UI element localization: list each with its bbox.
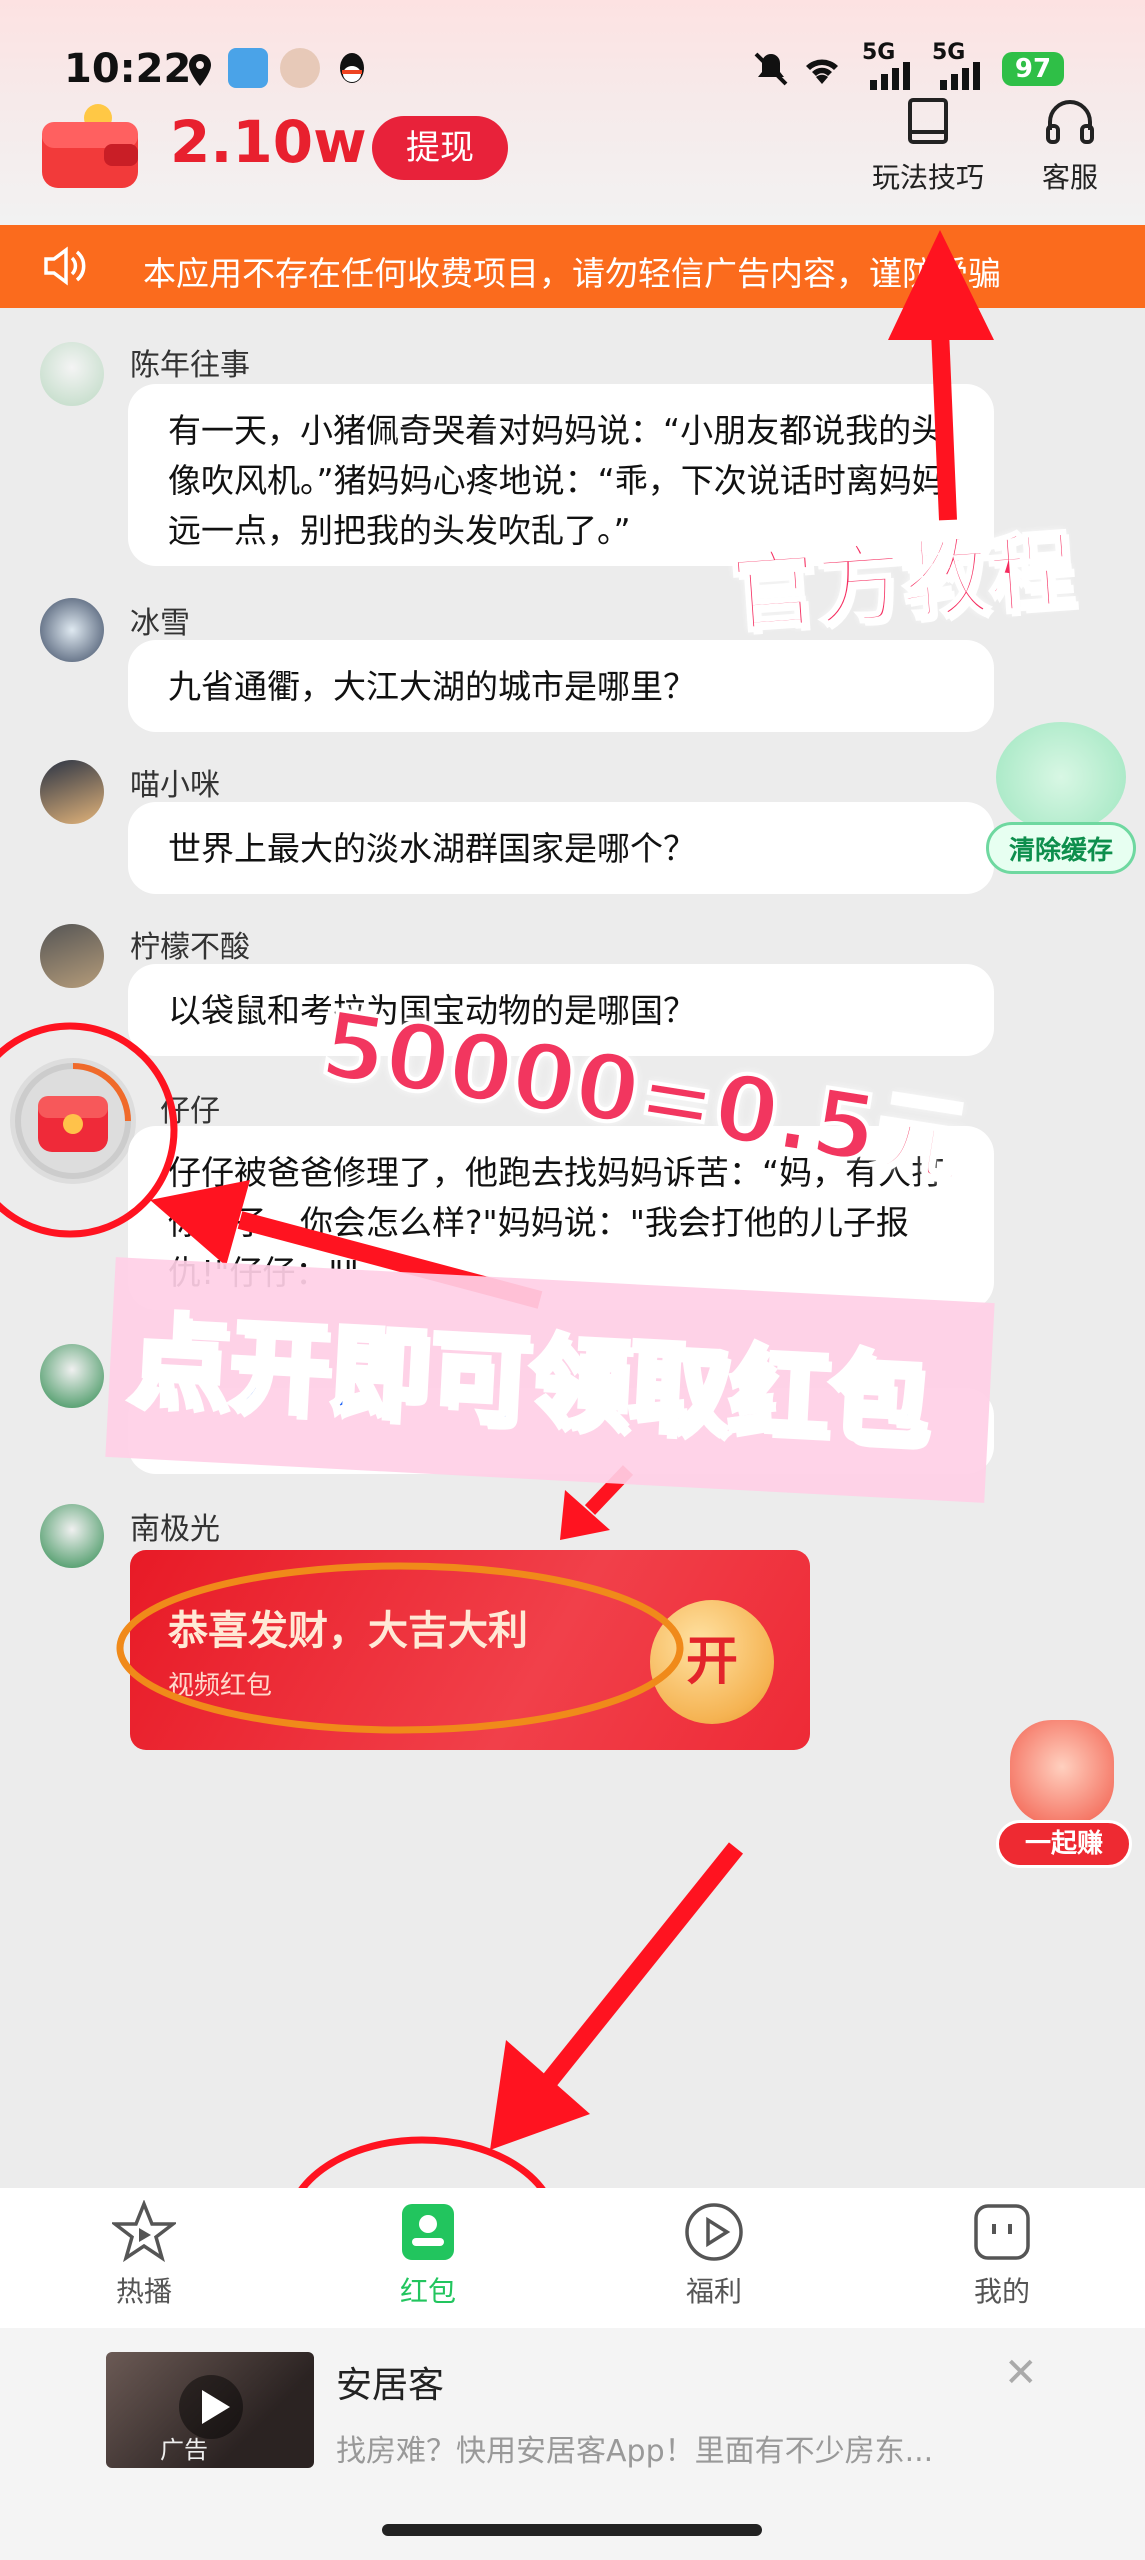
nav-label: 红包: [399, 2275, 456, 2308]
headset-icon: [1046, 100, 1094, 144]
nav-item-mine[interactable]: 我的: [922, 2200, 1082, 2310]
signal-icon-1: [868, 60, 916, 94]
red-packet-title: 恭喜发财，大吉大利: [168, 1608, 528, 1654]
avatar[interactable]: [40, 342, 104, 406]
clear-cache-button[interactable]: 清除缓存: [986, 822, 1136, 874]
open-red-packet-button[interactable]: 开: [650, 1600, 774, 1724]
tips-button[interactable]: 玩法技巧: [872, 96, 984, 196]
red-packet-subtitle: 视频红包: [168, 1671, 273, 1701]
wallet-icon[interactable]: [38, 100, 142, 190]
avatar[interactable]: [40, 1344, 104, 1408]
username: 陈年往事: [130, 348, 250, 383]
username: 喵小咪: [130, 768, 220, 803]
book-icon: [908, 98, 948, 144]
close-icon[interactable]: ✕: [1004, 2350, 1038, 2396]
tutorial-annotation: 官方教程: [726, 520, 1079, 647]
red-packet-nav-icon: [402, 2204, 454, 2260]
avatar-notification-icon: [280, 48, 320, 88]
wifi-icon: [800, 50, 844, 92]
home-indicator[interactable]: [382, 2524, 762, 2536]
profile-face-icon: [974, 2204, 1030, 2260]
clear-cache-icon: [996, 722, 1126, 832]
mute-icon: [752, 50, 790, 92]
red-packet-avatar[interactable]: [10, 1058, 136, 1184]
avatar[interactable]: [40, 1504, 104, 1568]
username: 仔仔: [160, 1094, 220, 1129]
nav-item-welfare[interactable]: 福利: [634, 2200, 794, 2310]
username: 冰雪: [130, 606, 190, 641]
ad-tag: 广告: [160, 2436, 208, 2464]
app-notification-icon: [228, 48, 268, 88]
nav-label: 福利: [685, 2275, 742, 2308]
ad-title[interactable]: 安居客: [336, 2356, 444, 2408]
ad-description: 找房难？快用安居客App！里面有不少房东...: [336, 2434, 934, 2469]
status-time: 10:22: [64, 46, 192, 92]
service-label: 客服: [1042, 161, 1099, 194]
location-icon: [186, 52, 214, 92]
nav-item-hot[interactable]: 热播: [64, 2200, 224, 2310]
fist-coin-icon: [1010, 1720, 1114, 1824]
tips-label: 玩法技巧: [872, 161, 985, 194]
message-bubble: 世界上最大的淡水湖群国家是哪个？: [128, 802, 994, 894]
avatar[interactable]: [40, 760, 104, 824]
play-star-icon: [112, 2200, 176, 2263]
nav-label: 热播: [115, 2275, 172, 2308]
message-bubble: 九省通衢，大江大湖的城市是哪里？: [128, 640, 994, 732]
avatar[interactable]: [40, 598, 104, 662]
service-button[interactable]: 客服: [1042, 96, 1098, 196]
avatar[interactable]: [40, 924, 104, 988]
withdraw-button[interactable]: 提现: [372, 116, 508, 180]
signal-icon-2: [938, 60, 986, 94]
coin-balance: 2.10w: [170, 108, 367, 176]
nav-label: 我的: [973, 2275, 1030, 2308]
earn-together-button[interactable]: 一起赚: [996, 1820, 1132, 1868]
speaker-icon: [42, 246, 88, 290]
username: 柠檬不酸: [130, 930, 250, 965]
battery-indicator: 97: [1002, 52, 1064, 86]
nav-item-red-packet[interactable]: 红包: [348, 2200, 508, 2310]
notice-text: 本应用不存在任何收费项目，请勿轻信广告内容，谨防受骗: [143, 254, 1001, 293]
qq-icon: [332, 48, 372, 88]
username: 南极光: [130, 1512, 220, 1547]
play-circle-icon: [685, 2203, 743, 2261]
